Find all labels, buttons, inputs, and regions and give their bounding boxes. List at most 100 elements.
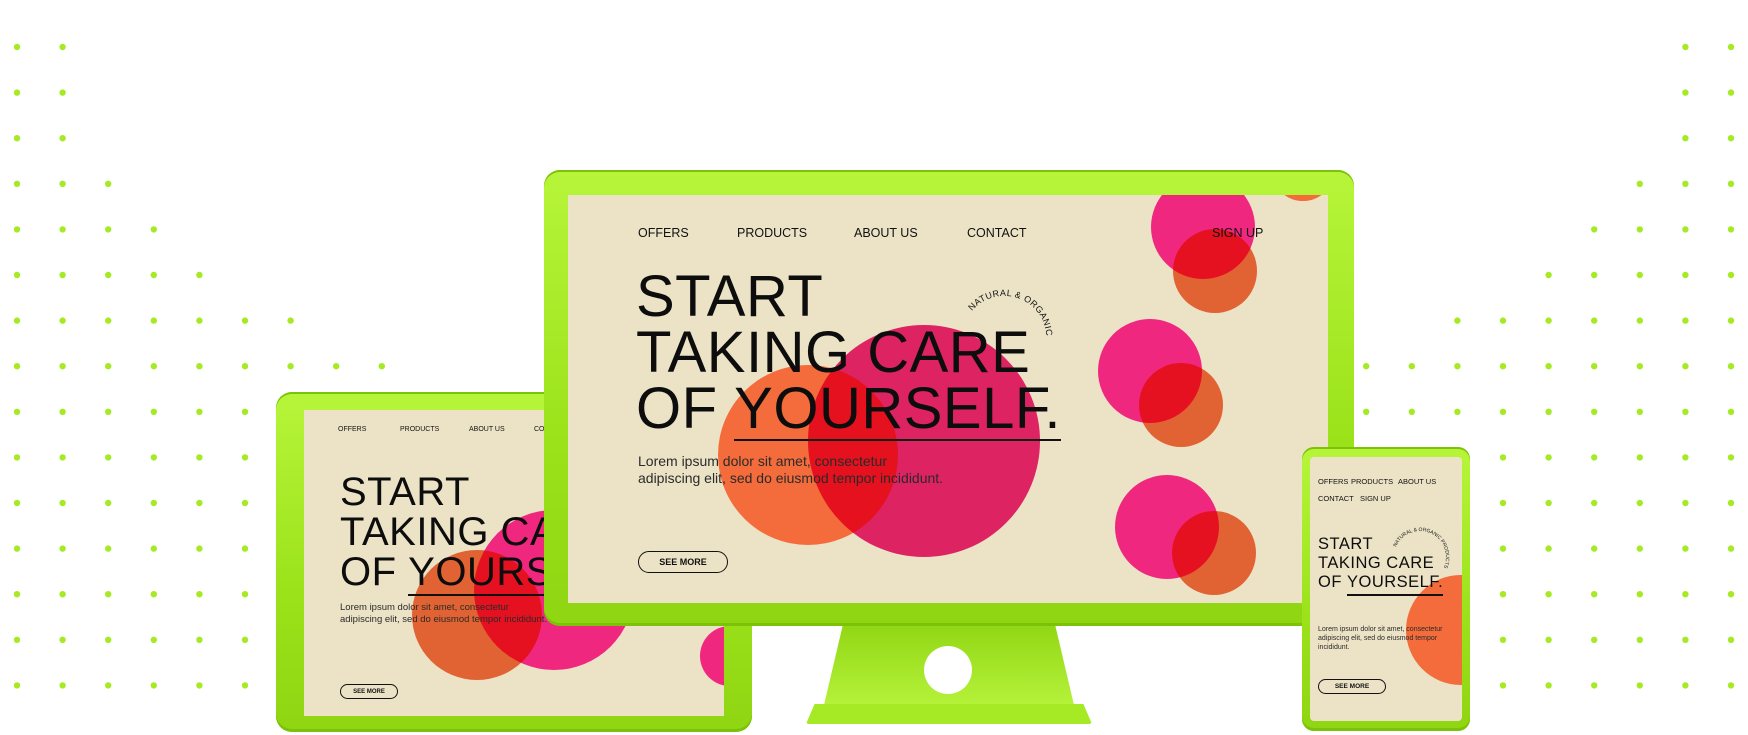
decor-dot <box>1727 363 1735 370</box>
decor-dot <box>196 682 203 689</box>
decor-dot <box>1545 271 1552 279</box>
decor-dot <box>105 454 112 461</box>
decor-dot <box>1408 408 1415 415</box>
decor-dot <box>13 545 21 552</box>
phone-nav-offers[interactable]: OFFERS <box>1318 477 1348 486</box>
decor-dot <box>150 408 157 415</box>
phone-badge: NATURAL & ORGANIC PRODUCTS <box>1392 527 1450 570</box>
decor-dot <box>1636 591 1643 598</box>
phone-nav-about[interactable]: ABOUT US <box>1398 477 1436 486</box>
phone-nav-signup[interactable]: SIGN UP <box>1360 494 1391 503</box>
decor-dot <box>1591 591 1598 598</box>
decor-dot <box>1591 545 1598 552</box>
decor-dot <box>1727 226 1735 233</box>
decor-dot <box>287 317 294 324</box>
decor-dot <box>1682 591 1689 598</box>
decor-dot <box>1499 636 1507 643</box>
decor-dot <box>105 545 112 552</box>
decor-dot <box>1682 408 1689 415</box>
decor-dot <box>1682 271 1689 279</box>
decor-dot <box>1682 226 1689 233</box>
decor-dot <box>150 454 157 461</box>
decor-dot <box>196 545 203 552</box>
decor-dot <box>1682 454 1689 461</box>
phone-device: OFFERS PRODUCTS ABOUT US CONTACT SIGN UP… <box>1302 447 1470 731</box>
decor-dot <box>13 317 21 324</box>
monitor-headline-line3: OF YOURSELF. <box>636 376 1061 441</box>
decor-dot <box>1727 89 1735 96</box>
decor-dot <box>1454 363 1461 370</box>
decor-dot <box>59 363 66 370</box>
decor-dot <box>13 180 21 187</box>
decor-dot <box>1363 408 1370 415</box>
decor-dot <box>196 408 203 415</box>
decor-dot <box>241 317 249 324</box>
decor-dot <box>105 226 112 233</box>
tablet-nav-about[interactable]: ABOUT US <box>469 426 505 433</box>
monitor-nav-signup[interactable]: SIGN UP <box>1212 226 1263 240</box>
decor-dot <box>59 89 66 96</box>
monitor-nav-offers[interactable]: OFFERS <box>638 226 689 240</box>
tablet-nav-offers[interactable]: OFFERS <box>338 426 366 433</box>
decor-dot <box>1499 545 1507 552</box>
decor-dot <box>1636 180 1643 187</box>
decor-dot <box>150 591 157 598</box>
tablet-nav-products[interactable]: PRODUCTS <box>400 426 439 433</box>
decor-dot <box>13 682 21 689</box>
decor-dot <box>105 363 112 370</box>
decor-dot <box>13 636 21 643</box>
decor-dot <box>241 454 249 461</box>
decor-dot <box>150 545 157 552</box>
decor-dot <box>150 317 157 324</box>
decor-dot <box>1591 408 1598 415</box>
decor-dot <box>13 43 21 51</box>
decor-dot <box>1499 499 1507 507</box>
tablet-nav-contact[interactable]: CO <box>534 426 545 433</box>
decor-dot <box>59 636 66 643</box>
monitor-nav-about[interactable]: ABOUT US <box>854 226 918 240</box>
tablet-body-text: Lorem ipsum dolor sit amet, consectetur … <box>340 602 548 625</box>
decor-dot <box>1727 499 1735 507</box>
decor-dot <box>1499 454 1507 461</box>
decor-dot <box>1682 89 1689 96</box>
decor-dot <box>1499 317 1507 324</box>
decor-dot <box>59 317 66 324</box>
decor-dot <box>241 499 249 507</box>
decor-dot <box>1545 591 1552 598</box>
decor-dot <box>1727 43 1735 51</box>
decor-dot <box>196 454 203 461</box>
decor-dot <box>150 636 157 643</box>
monitor-see-more-button[interactable]: SEE MORE <box>638 551 728 573</box>
decor-dot <box>105 317 112 324</box>
phone-nav-contact[interactable]: CONTACT <box>1318 494 1354 503</box>
monitor-nav-contact[interactable]: CONTACT <box>967 226 1027 240</box>
phone-nav-products[interactable]: PRODUCTS <box>1351 477 1393 486</box>
decor-dot <box>1591 499 1598 507</box>
monitor-nav-products[interactable]: PRODUCTS <box>737 226 807 240</box>
decor-dot <box>105 408 112 415</box>
decor-dot <box>1636 682 1643 689</box>
decor-dot <box>196 636 203 643</box>
decor-dot <box>1727 454 1735 461</box>
decor-dot <box>1636 499 1643 507</box>
phone-screen: OFFERS PRODUCTS ABOUT US CONTACT SIGN UP… <box>1310 457 1462 721</box>
decor-dot <box>1454 408 1461 415</box>
decor-dot <box>1499 363 1507 370</box>
decor-dot <box>105 271 112 279</box>
decor-dot <box>241 682 249 689</box>
decor-dot <box>1499 408 1507 415</box>
decor-dot <box>1591 271 1598 279</box>
decor-dot <box>1408 363 1415 370</box>
decor-dot <box>1545 636 1552 643</box>
monitor-badge: NATURAL & ORGANIC PRODUCTS <box>958 267 1054 337</box>
decor-dot <box>13 135 21 142</box>
decor-dot <box>1636 454 1643 461</box>
decor-dot <box>196 271 203 279</box>
decor-dot <box>1682 363 1689 370</box>
decor-dot <box>59 454 66 461</box>
tablet-see-more-button[interactable]: SEE MORE <box>340 684 398 699</box>
decor-dot <box>1682 180 1689 187</box>
decor-dot <box>1682 545 1689 552</box>
decor-dot <box>1727 591 1735 598</box>
phone-see-more-button[interactable]: SEE MORE <box>1318 679 1386 694</box>
